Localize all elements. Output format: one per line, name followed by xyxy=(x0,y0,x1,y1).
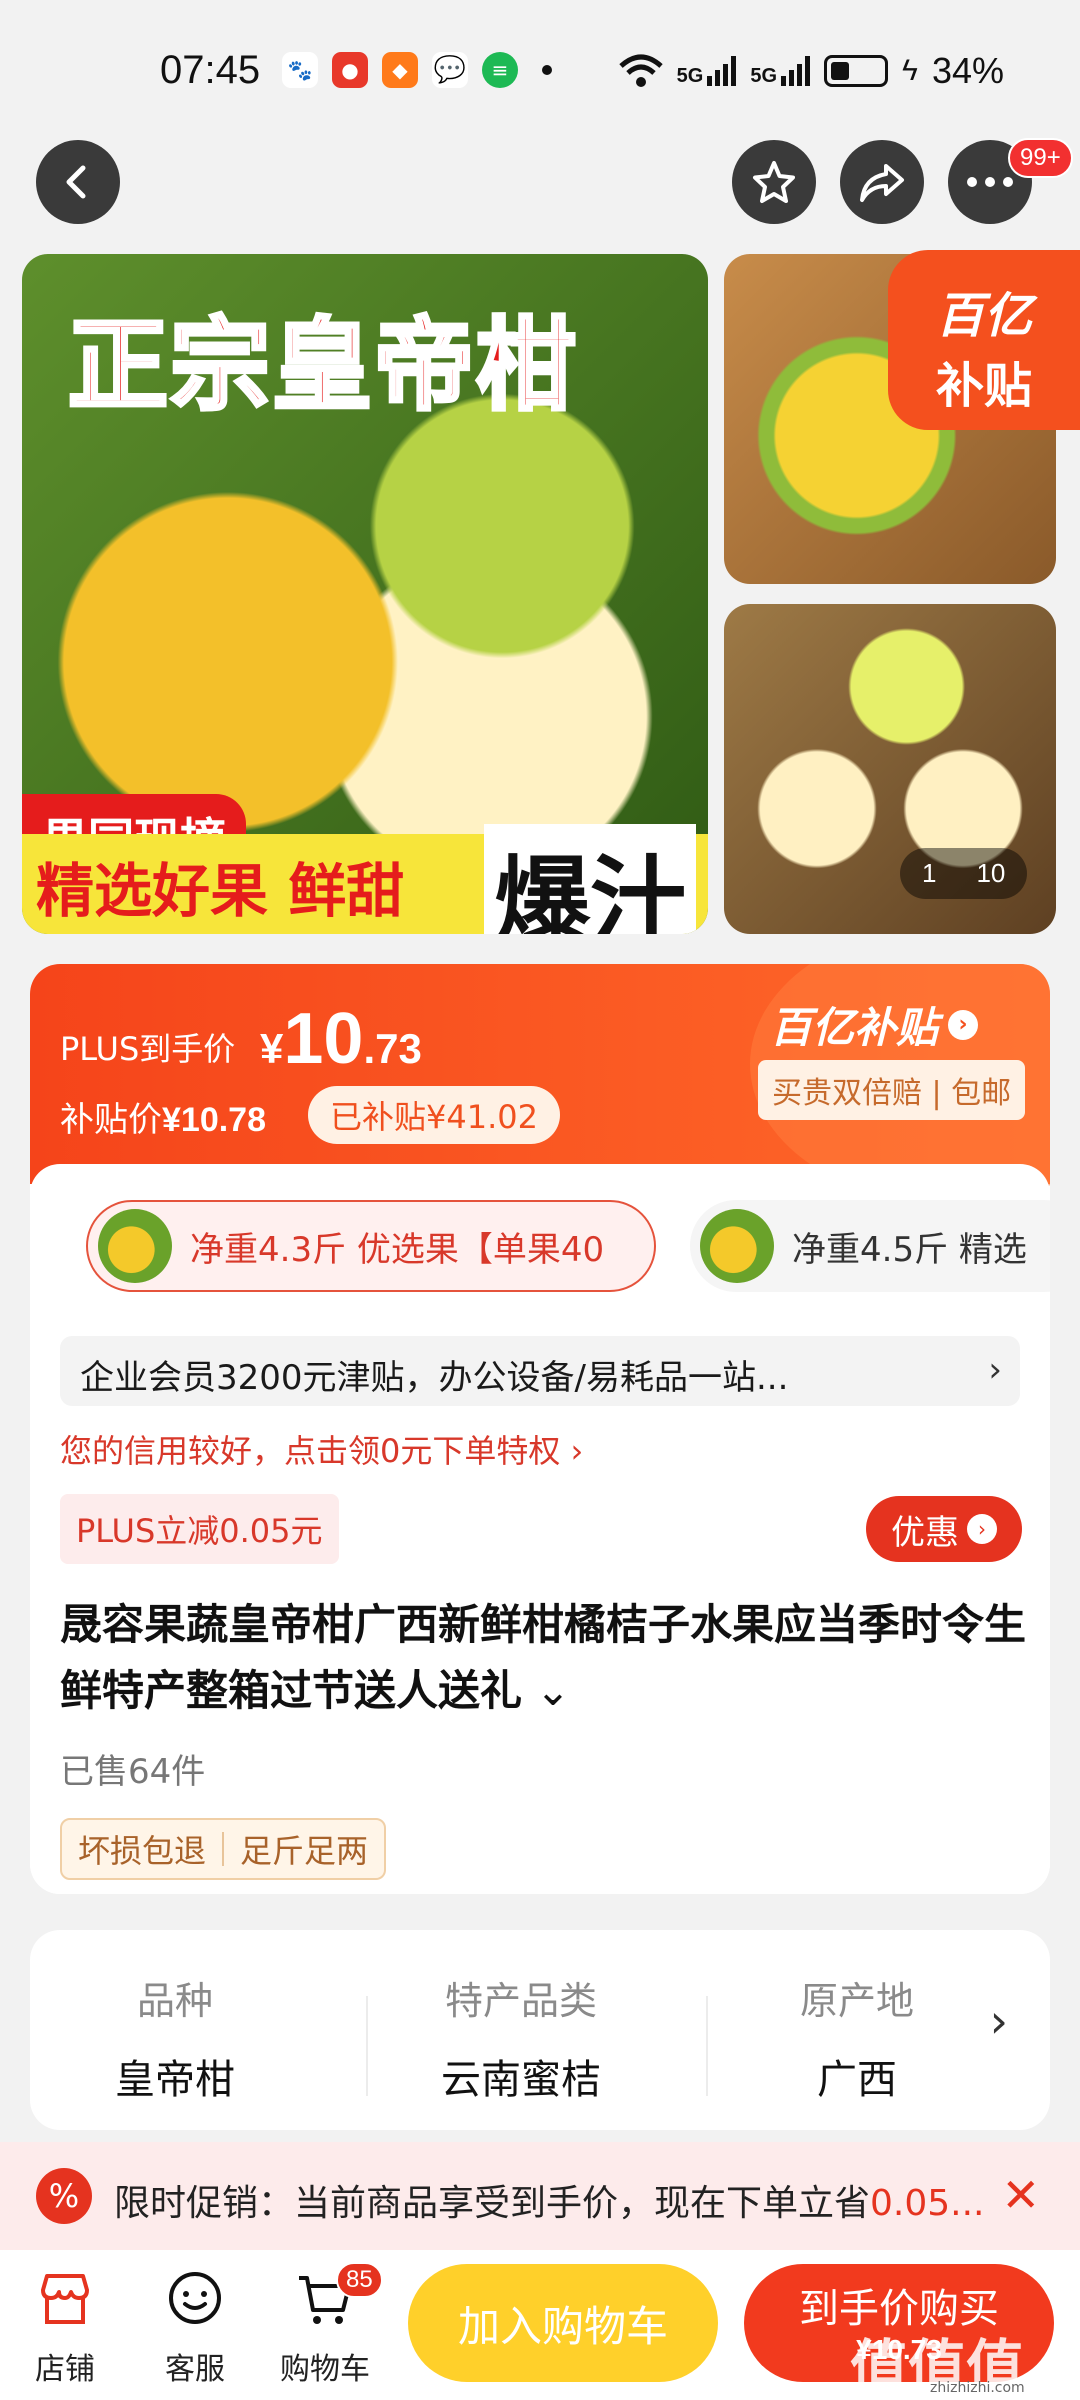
subsidized-amount-pill: 已补贴¥41.02 xyxy=(308,1086,560,1144)
wechat-icon: 💬 xyxy=(432,52,468,88)
plus-price: ¥10.73 xyxy=(260,999,422,1079)
discount-button[interactable]: 优惠 › xyxy=(866,1496,1022,1562)
image-tag-juicy: 爆汁 xyxy=(484,824,696,934)
chevron-right-icon[interactable]: › xyxy=(990,1994,1008,2048)
spotify-icon: ≡ xyxy=(482,52,518,88)
attribute-divider xyxy=(706,1996,708,2096)
attribute-variety: 品种 皇帝柑 xyxy=(115,1979,235,2103)
product-info-card: PLUS到手价 ¥10.73 补贴价¥10.78 已补贴¥41.02 百亿补贴 … xyxy=(30,964,1050,1894)
percent-icon: % xyxy=(36,2168,92,2224)
image-title: 正宗皇帝柑 xyxy=(66,305,578,426)
image-bottom-band: 精选好果 鲜甜 爆汁 xyxy=(22,824,708,934)
battery-icon xyxy=(824,55,889,87)
app-orange-icon: ◆ xyxy=(382,52,418,88)
attribute-category: 特产品类 云南蜜桔 xyxy=(441,1979,601,2103)
credit-privilege-link[interactable]: 您的信用较好，点击领0元下单特权 › xyxy=(60,1426,583,1472)
star-icon xyxy=(753,161,795,203)
guarantee-badge[interactable]: 买贵双倍赔 | 包邮 xyxy=(758,1060,1026,1120)
limited-promo-bar[interactable]: % 限时促销：当前商品享受到手价，现在下单立省0.05... ✕ xyxy=(0,2142,1080,2250)
plus-price-label: PLUS到手价 xyxy=(60,1030,236,1068)
attribute-divider xyxy=(366,1996,368,2096)
baidu-icon: 🐾 xyxy=(282,52,318,88)
variant-thumbnail xyxy=(700,1209,774,1283)
cart-count-badge: 85 xyxy=(336,2262,383,2298)
share-button[interactable] xyxy=(840,140,924,224)
status-time: 07:45 xyxy=(160,48,261,92)
close-icon[interactable]: ✕ xyxy=(1001,2168,1040,2222)
app-red-icon: ● xyxy=(332,52,368,88)
share-icon xyxy=(860,164,904,202)
variant-option-selected[interactable]: 净重4.3斤 优选果【单果40 xyxy=(86,1200,656,1292)
image-counter: 1 10 xyxy=(900,848,1028,899)
product-details: 净重4.3斤 优选果【单果40 净重4.5斤 精选 企业会员3200元津贴，办公… xyxy=(30,1164,1050,1894)
product-image-main[interactable]: 正宗皇帝柑 果园现摘 精选好果 鲜甜 爆汁 xyxy=(22,254,708,934)
image-tag-selected: 精选好果 鲜甜 xyxy=(36,857,405,925)
service-tag: 坏损包退 xyxy=(78,1832,207,1870)
subsidy-corner-badge: 百亿 补贴 xyxy=(888,250,1080,430)
variant-thumbnail xyxy=(98,1209,172,1283)
service-tag: 足斤足两 xyxy=(240,1832,369,1870)
signal-icon-2: 5G xyxy=(750,56,811,86)
store-button[interactable]: 店铺 xyxy=(10,2268,120,2388)
product-gallery[interactable]: 正宗皇帝柑 果园现摘 精选好果 鲜甜 爆汁 百亿 补贴 1 10 xyxy=(0,248,1080,938)
chevron-right-icon: › xyxy=(967,1514,997,1544)
chevron-right-icon: › xyxy=(988,1350,1002,1390)
favorite-button[interactable] xyxy=(732,140,816,224)
enterprise-promo-row[interactable]: 企业会员3200元津贴，办公设备/易耗品一站... › xyxy=(60,1336,1020,1406)
status-right: 5G 5G ϟ 34% xyxy=(619,50,1004,92)
chat-face-icon xyxy=(169,2272,221,2324)
sold-count: 已售64件 xyxy=(60,1752,206,1792)
product-attributes[interactable]: 品种 皇帝柑 特产品类 云南蜜桔 原产地 广西 › xyxy=(30,1930,1050,2130)
charging-icon: ϟ xyxy=(902,54,918,87)
status-dot xyxy=(542,65,552,75)
service-tags[interactable]: 坏损包退 足斤足两 xyxy=(60,1818,387,1880)
back-button[interactable] xyxy=(36,140,120,224)
battery-percent: 34% xyxy=(931,50,1004,91)
customer-service-button[interactable]: 客服 xyxy=(140,2268,250,2388)
watermark-url: zhizhizhi.com xyxy=(930,2380,1025,2396)
more-badge: 99+ xyxy=(1008,138,1073,178)
subsidy-price: 补贴价¥10.78 xyxy=(60,1100,266,1140)
more-dots-icon xyxy=(967,177,1013,187)
product-title[interactable]: 晟容果蔬皇帝柑广西新鲜柑橘桔子水果应当季时令生鲜特产整箱过节送人送礼 ⌄ xyxy=(60,1592,1030,1724)
wifi-icon xyxy=(619,54,663,87)
status-bar: 07:45 🐾 ● ◆ 💬 ≡ 5G 5G ϟ 34% xyxy=(0,0,1080,140)
back-arrow-icon xyxy=(66,165,86,199)
add-to-cart-button[interactable]: 加入购物车 xyxy=(408,2264,718,2382)
subsidy-brand-link[interactable]: 百亿补贴 › xyxy=(770,994,979,1055)
status-app-icons: 🐾 ● ◆ 💬 ≡ xyxy=(282,52,552,88)
chevron-right-icon: › xyxy=(948,1009,979,1040)
plus-discount-badge: PLUS立减0.05元 xyxy=(60,1494,339,1564)
variant-option[interactable]: 净重4.5斤 精选 xyxy=(690,1200,1050,1292)
limited-promo-text: 限时促销：当前商品享受到手价，现在下单立省0.05... xyxy=(114,2183,985,2224)
attribute-origin: 原产地 广西 xyxy=(799,1979,914,2103)
store-icon xyxy=(41,2274,89,2324)
cart-button[interactable]: 85 购物车 xyxy=(270,2262,383,2388)
chevron-down-icon[interactable]: ⌄ xyxy=(522,1666,570,1715)
price-header: PLUS到手价 ¥10.73 补贴价¥10.78 已补贴¥41.02 百亿补贴 … xyxy=(30,964,1050,1204)
signal-icon: 5G xyxy=(677,56,737,86)
